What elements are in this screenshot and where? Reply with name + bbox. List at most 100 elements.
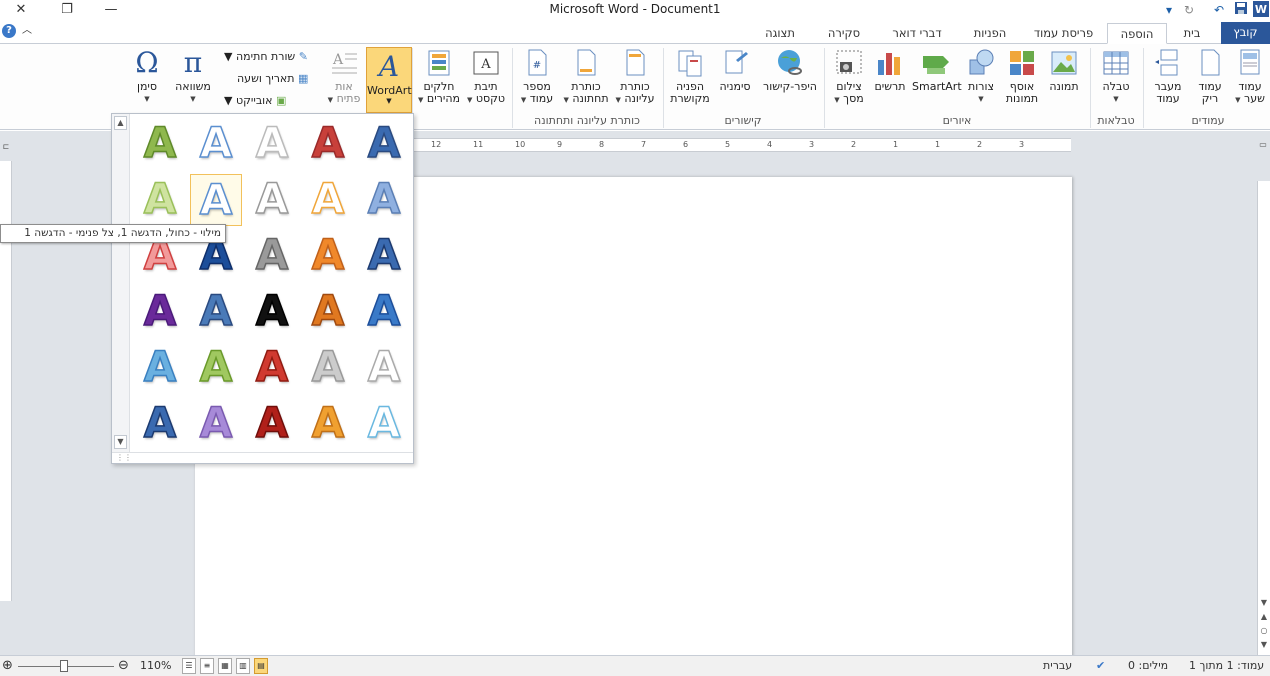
gallery-scrollbar[interactable]: ▲ ▼ xyxy=(112,114,130,452)
wordart-style-option[interactable]: A xyxy=(190,341,242,394)
screenshot-button[interactable]: צילום ▼ מסך xyxy=(828,48,870,106)
wordart-style-option[interactable]: A xyxy=(246,229,298,282)
gallery-scroll-up-icon[interactable]: ▲ xyxy=(114,116,127,130)
gallery-scroll-down-icon[interactable]: ▼ xyxy=(114,435,127,449)
footer-button[interactable]: כותרת ▼ תחתונה xyxy=(562,48,610,106)
smartart-button[interactable]: SmartArt xyxy=(912,48,962,93)
group-label-tables: טבלאות xyxy=(1097,114,1135,127)
print-layout-button[interactable]: ▤ xyxy=(254,658,268,674)
shapes-button[interactable]: צורות ▼ xyxy=(962,48,1000,105)
gallery-resize-grip[interactable]: ⋮⋮ xyxy=(112,452,413,463)
wordart-style-option[interactable]: A xyxy=(302,341,354,394)
vertical-ruler xyxy=(1257,181,1270,661)
web-layout-button[interactable]: ▦ xyxy=(218,658,232,674)
zoom-out-icon[interactable]: ⊖ xyxy=(118,656,129,676)
wordart-style-option[interactable]: A xyxy=(358,117,410,170)
wordart-style-option[interactable]: A xyxy=(302,285,354,338)
wordart-style-option[interactable]: A xyxy=(134,117,186,170)
wordart-style-option[interactable]: A xyxy=(134,173,186,226)
page-break-button[interactable]: מעבר עמוד xyxy=(1149,48,1187,105)
ruler-mark: 2 xyxy=(977,140,983,149)
wordart-style-option[interactable]: A xyxy=(134,397,186,450)
clip-art-button[interactable]: אוסף תמונות xyxy=(1002,48,1042,105)
symbol-button[interactable]: Ω סימן ▼ xyxy=(128,48,166,105)
zoom-in-icon[interactable]: ⊕ xyxy=(2,656,13,676)
minimize-ribbon-icon[interactable]: ︿ xyxy=(22,22,36,40)
tab-home[interactable]: בית xyxy=(1174,23,1210,44)
full-screen-reading-button[interactable]: ▥ xyxy=(236,658,250,674)
wordart-style-option[interactable]: A xyxy=(246,285,298,338)
tab-page-layout[interactable]: פריסת עמוד xyxy=(1026,23,1101,44)
cross-reference-button[interactable]: הפניה מקושרת xyxy=(666,48,714,105)
wordart-style-option[interactable]: A xyxy=(246,117,298,170)
quick-parts-button[interactable]: חלקים ▼ מהירים xyxy=(416,48,462,106)
proofing-icon[interactable]: ✔ xyxy=(1096,656,1105,676)
picture-button[interactable]: תמונה xyxy=(1044,48,1084,93)
wordart-style-option[interactable]: A xyxy=(190,117,242,170)
wordart-style-option[interactable]: A xyxy=(190,285,242,338)
page-count[interactable]: עמוד: 1 מתוך 1 xyxy=(1189,656,1264,676)
wordart-style-option[interactable]: A xyxy=(190,174,242,226)
wordart-style-option[interactable]: A xyxy=(134,341,186,394)
tab-references[interactable]: הפניות xyxy=(962,23,1018,44)
draft-button[interactable]: ☰ xyxy=(182,658,196,674)
tab-insert[interactable]: הוספה xyxy=(1107,23,1167,44)
ruler-mark: 3 xyxy=(809,140,815,149)
outline-button[interactable]: ≡ xyxy=(200,658,214,674)
wordart-style-option[interactable]: A xyxy=(358,173,410,226)
ruler-mark: 12 xyxy=(431,140,442,149)
wordart-style-option[interactable]: A xyxy=(246,397,298,450)
wordart-style-option[interactable]: A xyxy=(134,285,186,338)
svg-text:#: # xyxy=(533,60,541,71)
page-number-icon: # xyxy=(528,49,547,76)
wordart-style-option[interactable]: A xyxy=(302,397,354,450)
wordart-style-option[interactable]: A xyxy=(246,173,298,226)
bookmark-button[interactable]: סימניה xyxy=(715,48,755,93)
wordart-style-option[interactable]: A xyxy=(246,341,298,394)
wordart-button[interactable]: A WordArt ▼ xyxy=(366,47,412,113)
zoom-slider-thumb[interactable] xyxy=(60,660,68,672)
wordart-style-option[interactable]: A xyxy=(358,397,410,450)
page-number-button[interactable]: # מספר ▼ עמוד xyxy=(516,48,558,106)
next-page-icon[interactable]: ▼ xyxy=(1258,639,1270,651)
undo-icon[interactable]: ↶ xyxy=(1210,1,1228,19)
zoom-level[interactable]: 110% xyxy=(140,656,171,676)
tab-selector-icon[interactable]: ⊏ xyxy=(0,141,12,153)
wordart-style-option[interactable]: A xyxy=(302,173,354,226)
header-button[interactable]: כותרת ▼ עליונה xyxy=(614,48,656,106)
table-button[interactable]: טבלה ▼ xyxy=(1096,48,1136,105)
previous-page-icon[interactable]: ▲ xyxy=(1258,611,1270,623)
ruler-mark: 7 xyxy=(641,140,647,149)
wordart-style-option[interactable]: A xyxy=(358,229,410,282)
text-box-button[interactable]: A תיבת ▼ טקסט xyxy=(466,48,506,106)
word-count[interactable]: מילים: 0 xyxy=(1128,656,1168,676)
redo-icon[interactable]: ↻ xyxy=(1180,1,1198,19)
tab-mailings[interactable]: דברי דואר xyxy=(881,23,953,44)
cover-page-button[interactable]: עמוד ▼ שער xyxy=(1232,48,1268,106)
language[interactable]: עברית xyxy=(1043,656,1072,676)
tab-view[interactable]: תצוגה xyxy=(754,23,806,44)
ruler-mark: 8 xyxy=(599,140,605,149)
wordart-style-option[interactable]: A xyxy=(358,285,410,338)
date-time-button[interactable]: תאריך ושעה ▦ xyxy=(237,70,308,88)
wordart-style-option[interactable]: A xyxy=(302,229,354,282)
browse-object-icon[interactable]: ○ xyxy=(1258,625,1270,637)
chart-button[interactable]: תרשים xyxy=(870,48,910,93)
hyperlink-button[interactable]: היפר-קישור xyxy=(762,48,818,93)
tab-file[interactable]: קובץ xyxy=(1221,22,1270,44)
object-button[interactable]: ▼ אובייקט ▣ xyxy=(224,92,286,110)
blank-page-button[interactable]: עמוד ריק xyxy=(1192,48,1228,105)
equation-button[interactable]: π משוואה ▼ xyxy=(172,48,214,105)
wordart-style-option[interactable]: A xyxy=(302,117,354,170)
help-icon[interactable]: ? xyxy=(2,24,16,38)
save-icon[interactable] xyxy=(1232,1,1250,19)
tab-review[interactable]: סקירה xyxy=(817,23,871,44)
title-bar: ✕ ❐ — Microsoft Word - Document1 ▾ ↻ ↶ W xyxy=(0,0,1270,20)
signature-line-button[interactable]: ▼ שורת חתימה ✎ xyxy=(224,48,308,66)
wordart-style-option[interactable]: A xyxy=(358,341,410,394)
drop-cap-button[interactable]: A אות ▼ פתיח xyxy=(326,48,362,106)
view-ruler-icon[interactable]: ▭ xyxy=(1257,139,1269,151)
customize-qat-icon[interactable]: ▾ xyxy=(1160,1,1178,19)
scroll-down-icon[interactable]: ▼ xyxy=(1258,597,1270,609)
wordart-style-option[interactable]: A xyxy=(190,397,242,450)
